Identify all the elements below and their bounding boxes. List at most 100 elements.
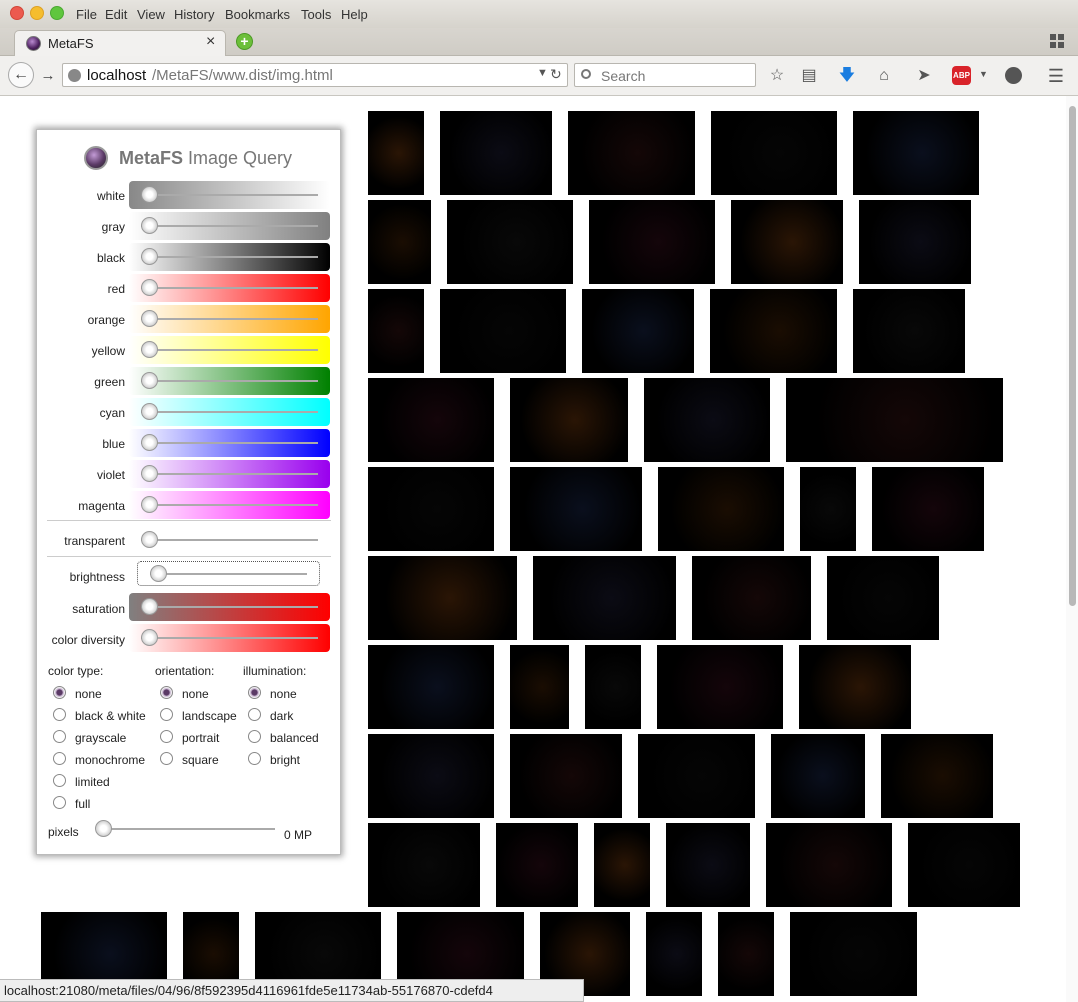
slider-knob[interactable] — [141, 465, 158, 482]
image-thumbnail[interactable] — [440, 289, 566, 373]
image-thumbnail[interactable] — [710, 289, 837, 373]
image-thumbnail[interactable] — [646, 912, 702, 996]
image-thumbnail[interactable] — [872, 467, 984, 551]
menu-tools[interactable]: Tools — [301, 7, 331, 22]
brightness-slider[interactable] — [137, 561, 320, 586]
color-slider-5[interactable] — [129, 336, 330, 364]
image-thumbnail[interactable] — [827, 556, 939, 640]
slider-knob[interactable] — [141, 248, 158, 265]
site-info-icon[interactable] — [68, 69, 81, 82]
radio-2-0[interactable] — [248, 686, 261, 699]
tab-groups-icon[interactable] — [1050, 34, 1064, 48]
image-thumbnail[interactable] — [447, 200, 573, 284]
slider-knob[interactable] — [141, 434, 158, 451]
color-slider-10[interactable] — [129, 491, 330, 519]
downloads-icon[interactable]: 🡇 — [837, 67, 857, 85]
radio-label-1-1[interactable]: landscape — [182, 709, 237, 723]
color-diversity-slider[interactable] — [129, 624, 330, 652]
slider-knob[interactable] — [141, 186, 158, 203]
tab-metafs[interactable]: MetaFS × — [14, 30, 226, 57]
slider-knob[interactable] — [141, 341, 158, 358]
slider-knob[interactable] — [141, 629, 158, 646]
radio-label-1-0[interactable]: none — [182, 687, 209, 701]
radio-0-3[interactable] — [53, 752, 66, 765]
image-thumbnail[interactable] — [859, 200, 971, 284]
radio-1-3[interactable] — [160, 752, 173, 765]
slider-knob[interactable] — [141, 372, 158, 389]
color-slider-6[interactable] — [129, 367, 330, 395]
color-slider-8[interactable] — [129, 429, 330, 457]
bookmark-star-icon[interactable]: ☆ — [767, 67, 787, 85]
image-thumbnail[interactable] — [368, 111, 424, 195]
slider-knob[interactable] — [95, 820, 112, 837]
menu-bookmarks[interactable]: Bookmarks — [225, 7, 290, 22]
menu-icon[interactable]: ☰ — [1046, 67, 1066, 85]
chat-icon[interactable] — [1005, 67, 1022, 84]
image-thumbnail[interactable] — [510, 734, 622, 818]
slider-knob[interactable] — [141, 531, 158, 548]
radio-2-1[interactable] — [248, 708, 261, 721]
image-thumbnail[interactable] — [908, 823, 1020, 907]
image-thumbnail[interactable] — [790, 912, 917, 996]
image-thumbnail[interactable] — [582, 289, 694, 373]
radio-0-5[interactable] — [53, 796, 66, 809]
scrollbar-thumb[interactable] — [1069, 106, 1076, 606]
image-thumbnail[interactable] — [711, 111, 837, 195]
vertical-scrollbar[interactable] — [1066, 96, 1078, 1002]
image-thumbnail[interactable] — [368, 823, 480, 907]
image-thumbnail[interactable] — [786, 378, 1003, 462]
slider-knob[interactable] — [141, 496, 158, 513]
image-thumbnail[interactable] — [692, 556, 811, 640]
radio-label-1-2[interactable]: portrait — [182, 731, 219, 745]
radio-label-0-3[interactable]: monochrome — [75, 753, 145, 767]
share-icon[interactable]: ➤ — [914, 67, 934, 85]
color-slider-3[interactable] — [129, 274, 330, 302]
image-thumbnail[interactable] — [771, 734, 865, 818]
image-thumbnail[interactable] — [585, 645, 641, 729]
image-thumbnail[interactable] — [657, 645, 783, 729]
color-slider-4[interactable] — [129, 305, 330, 333]
slider-knob[interactable] — [141, 598, 158, 615]
menu-file[interactable]: File — [76, 7, 97, 22]
image-thumbnail[interactable] — [496, 823, 578, 907]
reload-icon[interactable]: ↻ — [550, 66, 562, 83]
radio-0-1[interactable] — [53, 708, 66, 721]
color-slider-2[interactable] — [129, 243, 330, 271]
transparent-slider[interactable] — [129, 526, 330, 554]
color-slider-9[interactable] — [129, 460, 330, 488]
image-thumbnail[interactable] — [666, 823, 750, 907]
close-window-button[interactable] — [10, 6, 24, 20]
image-thumbnail[interactable] — [368, 645, 494, 729]
image-thumbnail[interactable] — [594, 823, 650, 907]
image-thumbnail[interactable] — [368, 200, 431, 284]
image-thumbnail[interactable] — [440, 111, 552, 195]
menu-history[interactable]: History — [174, 7, 214, 22]
new-tab-button[interactable]: + — [236, 33, 253, 50]
back-button[interactable]: ← — [8, 62, 34, 88]
image-thumbnail[interactable] — [853, 111, 979, 195]
radio-label-0-5[interactable]: full — [75, 797, 90, 811]
radio-label-2-1[interactable]: dark — [270, 709, 293, 723]
radio-label-0-4[interactable]: limited — [75, 775, 110, 789]
radio-0-4[interactable] — [53, 774, 66, 787]
image-thumbnail[interactable] — [510, 467, 642, 551]
adblock-icon[interactable]: ABP — [952, 66, 971, 85]
slider-knob[interactable] — [141, 279, 158, 296]
minimize-window-button[interactable] — [30, 6, 44, 20]
radio-label-2-3[interactable]: bright — [270, 753, 300, 767]
radio-2-2[interactable] — [248, 730, 261, 743]
image-thumbnail[interactable] — [731, 200, 843, 284]
radio-0-2[interactable] — [53, 730, 66, 743]
image-thumbnail[interactable] — [589, 200, 715, 284]
menu-help[interactable]: Help — [341, 7, 368, 22]
radio-label-1-3[interactable]: square — [182, 753, 219, 767]
url-bar[interactable]: localhost /MetaFS/www.dist/img.html ▼ ↻ — [62, 63, 568, 87]
forward-button[interactable]: → — [38, 67, 58, 85]
url-dropdown-icon[interactable]: ▼ — [537, 67, 548, 79]
image-thumbnail[interactable] — [368, 556, 517, 640]
radio-label-2-0[interactable]: none — [270, 687, 297, 701]
radio-2-3[interactable] — [248, 752, 261, 765]
menu-edit[interactable]: Edit — [105, 7, 127, 22]
image-thumbnail[interactable] — [368, 467, 494, 551]
radio-label-2-2[interactable]: balanced — [270, 731, 319, 745]
